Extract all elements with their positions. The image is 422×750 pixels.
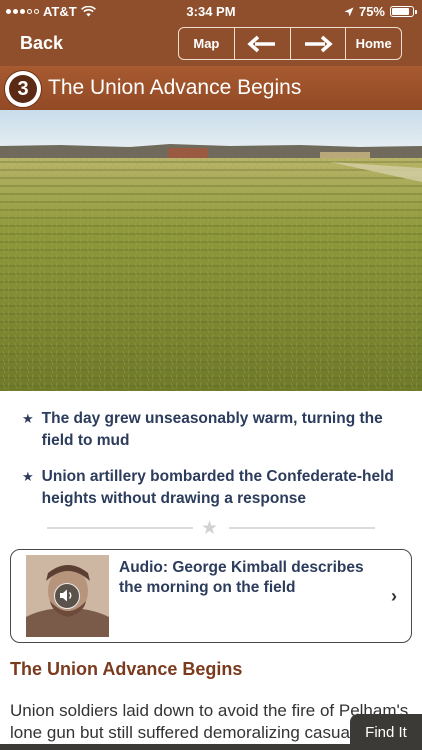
nav-bar: Back Map Home xyxy=(0,22,422,66)
find-it-button[interactable]: Find It xyxy=(350,714,422,750)
audio-card[interactable]: Audio: George Kimball describes the morn… xyxy=(10,549,412,643)
left-arrow-icon xyxy=(247,35,276,52)
next-stop-button[interactable] xyxy=(291,28,347,59)
battery-icon xyxy=(390,6,417,17)
bullet-text: The day grew unseasonably warm, turning … xyxy=(41,410,383,449)
chevron-right-icon: › xyxy=(391,586,397,606)
nav-segmented-control: Map Home xyxy=(178,27,402,60)
divider-line xyxy=(47,527,193,529)
location-icon xyxy=(344,7,354,16)
list-item: ★ Union artillery bombarded the Confeder… xyxy=(22,466,406,510)
audio-title: Audio: George Kimball describes the morn… xyxy=(119,559,364,596)
previous-stop-button[interactable] xyxy=(235,28,291,59)
star-bullet-icon: ★ xyxy=(22,469,34,484)
field-photo xyxy=(0,110,422,391)
speaker-icon xyxy=(60,589,72,602)
play-audio-button[interactable] xyxy=(54,583,80,609)
audio-thumbnail xyxy=(26,555,109,637)
bottom-bar xyxy=(0,744,350,750)
page-title: The Union Advance Begins xyxy=(48,76,302,99)
list-item: ★ The day grew unseasonably warm, turnin… xyxy=(22,408,406,452)
star-icon: ★ xyxy=(201,518,219,539)
battery-group: 75% xyxy=(344,4,417,19)
map-button[interactable]: Map xyxy=(179,28,235,59)
stop-number-badge: 3 xyxy=(5,71,41,107)
divider-line xyxy=(229,527,375,529)
star-divider: ★ xyxy=(47,518,375,539)
stop-number: 3 xyxy=(9,75,37,103)
stop-title-band: 3 The Union Advance Begins xyxy=(0,66,422,110)
section-heading: The Union Advance Begins xyxy=(10,659,243,679)
bullet-text: Union artillery bombarded the Confederat… xyxy=(41,468,394,507)
battery-percent: 75% xyxy=(358,4,385,19)
back-button[interactable]: Back xyxy=(20,33,63,54)
status-bar: AT&T 3:34 PM 75% xyxy=(0,0,422,22)
star-bullet-icon: ★ xyxy=(22,411,34,426)
summary-bullets: ★ The day grew unseasonably warm, turnin… xyxy=(22,408,406,524)
right-arrow-icon xyxy=(304,35,333,52)
home-button[interactable]: Home xyxy=(346,28,401,59)
